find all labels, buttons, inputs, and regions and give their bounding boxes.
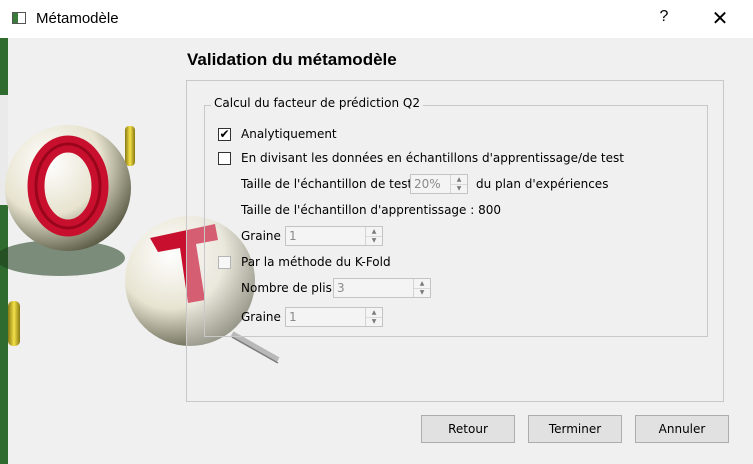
folds-label: Nombre de plis bbox=[241, 281, 332, 295]
close-button[interactable]: ✕ bbox=[705, 6, 735, 32]
test-size-spinbox[interactable]: 20% ▲ ▼ bbox=[410, 174, 468, 194]
split-checkbox[interactable] bbox=[218, 151, 231, 165]
kfold-seed-label: Graine bbox=[241, 310, 281, 324]
kfold-seed-spinbox[interactable]: 1 ▲ ▼ bbox=[285, 307, 383, 327]
page-title: Validation du métamodèle bbox=[187, 50, 397, 69]
folds-arrows: ▲ ▼ bbox=[413, 279, 430, 297]
kfold-seed-value: 1 bbox=[289, 310, 297, 324]
split-seed-label: Graine bbox=[241, 229, 281, 243]
groupbox-title: Calcul du facteur de prédiction Q2 bbox=[211, 96, 423, 110]
split-label: En divisant les données en échantillons … bbox=[241, 151, 624, 165]
analytic-option[interactable]: ✔ Analytiquement bbox=[218, 127, 337, 141]
title-bar: Métamodèle ? ✕ bbox=[0, 0, 753, 38]
spin-down-icon[interactable]: ▼ bbox=[366, 236, 382, 245]
kfold-checkbox[interactable] bbox=[218, 255, 231, 269]
analytic-label: Analytiquement bbox=[241, 127, 337, 141]
test-size-value: 20% bbox=[414, 177, 441, 191]
help-button[interactable]: ? bbox=[654, 8, 674, 30]
folds-spinbox[interactable]: 3 ▲ ▼ bbox=[333, 278, 431, 298]
spin-down-icon[interactable]: ▼ bbox=[366, 317, 382, 326]
split-seed-arrows: ▲ ▼ bbox=[365, 227, 382, 245]
folds-value: 3 bbox=[337, 281, 345, 295]
test-size-arrows: ▲ ▼ bbox=[450, 175, 467, 193]
app-window-icon bbox=[12, 12, 26, 24]
finish-button[interactable]: Terminer bbox=[528, 415, 622, 443]
kfold-label: Par la méthode du K-Fold bbox=[241, 255, 391, 269]
cancel-button[interactable]: Annuler bbox=[635, 415, 729, 443]
window-title: Métamodèle bbox=[36, 10, 119, 27]
split-seed-value: 1 bbox=[289, 229, 297, 243]
spin-down-icon[interactable]: ▼ bbox=[414, 288, 430, 297]
test-size-suffix: du plan d'expériences bbox=[476, 177, 609, 191]
test-size-label: Taille de l'échantillon de test bbox=[241, 177, 413, 191]
split-seed-spinbox[interactable]: 1 ▲ ▼ bbox=[285, 226, 383, 246]
spin-down-icon[interactable]: ▼ bbox=[451, 184, 467, 193]
analytic-checkbox[interactable]: ✔ bbox=[218, 127, 231, 141]
back-button[interactable]: Retour bbox=[421, 415, 515, 443]
kfold-option[interactable]: Par la méthode du K-Fold bbox=[218, 255, 391, 269]
kfold-seed-arrows: ▲ ▼ bbox=[365, 308, 382, 326]
train-size-text: Taille de l'échantillon d'apprentissage … bbox=[241, 203, 501, 217]
split-option[interactable]: En divisant les données en échantillons … bbox=[218, 151, 624, 165]
